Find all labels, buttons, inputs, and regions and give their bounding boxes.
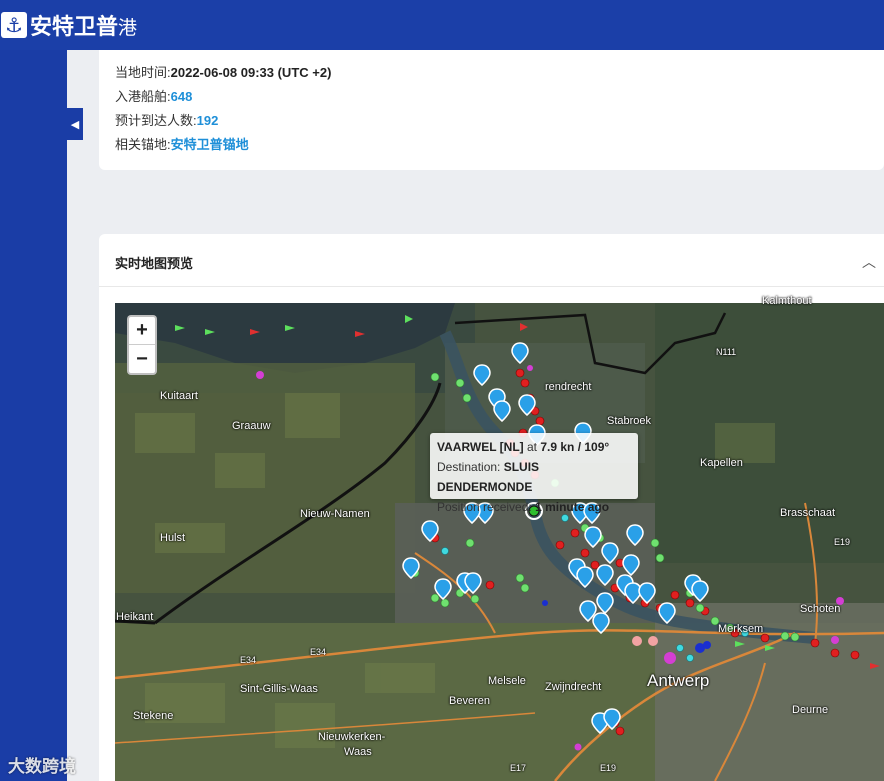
road-label: E34 (240, 655, 257, 665)
watermark-text: 大数跨境 (8, 757, 76, 776)
local-time-value: 2022-06-08 09:33 (UTC +2) (170, 65, 332, 80)
place-label: Nieuw-Namen (300, 508, 370, 520)
vessel-name: VAARWEL [NL] (437, 440, 524, 454)
place-label: Stabroek (607, 415, 652, 427)
tooltip-vessel-line: VAARWEL [NL] at 7.9 kn / 109° (437, 437, 631, 457)
road-label: N111 (716, 347, 737, 357)
place-label: rendrecht (545, 381, 592, 393)
map-card-header[interactable]: 实时地图预览 ︿ (99, 234, 884, 287)
expected-arrivals-row: 预计到达人数:192 (115, 110, 218, 129)
place-label: Merksem (718, 623, 764, 635)
road-label: E34 (310, 647, 327, 657)
vessel-speed: 7.9 kn / 109° (540, 440, 610, 454)
brand-name: 安特卫普 (30, 14, 119, 39)
place-label: Kalmthout (762, 295, 812, 307)
map-card-title: 实时地图预览 (115, 256, 194, 271)
map-canvas (115, 303, 884, 781)
place-label: Graauw (232, 420, 271, 432)
place-label: Kapellen (700, 457, 743, 469)
zoom-out-button[interactable]: − (129, 345, 155, 373)
place-label: Nieuwkerken- (318, 731, 386, 743)
sidebar-collapse-button[interactable]: ◀ (67, 108, 83, 140)
expected-count-link[interactable]: 192 (197, 113, 219, 128)
road-label: E19 (600, 763, 617, 773)
top-bar: ⚓ 安特卫普港 (0, 0, 884, 50)
place-label: Stekene (133, 710, 174, 722)
place-label: Kuitaart (160, 390, 198, 402)
sidebar (0, 50, 67, 781)
place-label: Antwerp (647, 671, 710, 690)
anchorage-row: 相关锚地:安特卫普锚地 (115, 134, 249, 153)
place-label: Beveren (449, 695, 490, 707)
tooltip-at: at (523, 440, 541, 454)
road-label: E19 (834, 537, 851, 547)
position-value: 1 minute ago (535, 500, 610, 514)
place-label: Sint-Gillis-Waas (240, 683, 318, 695)
place-label: Waas (344, 746, 372, 758)
vessel-tooltip: VAARWEL [NL] at 7.9 kn / 109° Destinatio… (430, 433, 638, 514)
brand-title[interactable]: 安特卫普港 (30, 9, 137, 41)
road-label: E17 (510, 763, 527, 773)
place-label: Schoten (800, 603, 841, 615)
anchorage-label: 相关锚地: (115, 137, 171, 152)
local-time-label: 当地时间: (115, 65, 171, 80)
inbound-label: 入港船舶: (115, 89, 171, 104)
chevron-up-icon[interactable]: ︿ (862, 252, 876, 272)
chevron-left-icon: ◀ (70, 118, 80, 131)
zoom-in-button[interactable]: + (129, 317, 155, 345)
live-ship-map[interactable] (115, 303, 884, 781)
tooltip-position-line: Position received: 1 minute ago (437, 497, 631, 517)
brand-suffix: 港 (118, 18, 138, 39)
inbound-count-link[interactable]: 648 (171, 89, 193, 104)
place-label: Hulst (160, 532, 186, 544)
place-label: Brasschaat (780, 507, 836, 519)
destination-label: Destination: (437, 460, 504, 474)
watermark-logo: 大数跨境 (8, 752, 76, 777)
map-zoom-control: + − (127, 315, 157, 375)
tooltip-destination-line: Destination: SLUIS DENDERMONDE (437, 457, 631, 497)
position-label: Position received: (437, 500, 536, 514)
place-label: Heikant (116, 611, 154, 623)
inbound-vessels-row: 入港船舶:648 (115, 86, 192, 105)
anchorage-link[interactable]: 安特卫普锚地 (171, 137, 249, 152)
place-label: Zwijndrecht (545, 681, 602, 693)
local-time-row: 当地时间:2022-06-08 09:33 (UTC +2) (115, 62, 331, 81)
port-info-card: 当地时间:2022-06-08 09:33 (UTC +2) 入港船舶:648 … (99, 50, 884, 170)
place-label: Deurne (792, 704, 829, 716)
anchor-icon[interactable]: ⚓ (1, 12, 27, 38)
place-label: Melsele (488, 675, 526, 687)
expected-label: 预计到达人数: (115, 113, 197, 128)
